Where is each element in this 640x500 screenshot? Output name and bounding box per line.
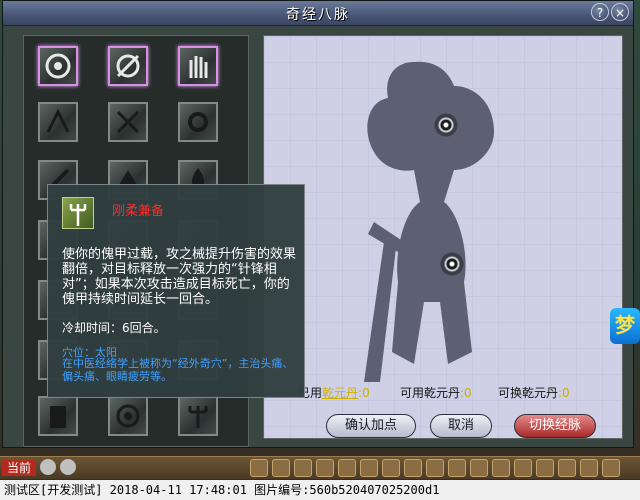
gear-icon [188, 112, 208, 132]
skill-node-2-1[interactable] [38, 102, 78, 142]
tooltip-cooldown: 冷却时间：6回合。 [62, 321, 166, 335]
skill-node-7-3[interactable] [178, 396, 218, 436]
swirl-icon [116, 404, 140, 428]
toolbar-slot[interactable] [316, 459, 334, 477]
stats-used: 已用乾元丹:0 [298, 384, 370, 401]
toolbar-slot[interactable] [382, 459, 400, 477]
window-titlebar[interactable]: 奇经八脉 ? × [3, 1, 633, 26]
exchangeable-value: :0 [558, 386, 570, 400]
exchangeable-label: 可换乾元丹 [498, 386, 559, 400]
character-silhouette [364, 61, 494, 382]
stats-available: 可用乾元丹:0 [400, 384, 472, 401]
toolbar-slot[interactable] [294, 459, 312, 477]
acupoint-head[interactable] [434, 113, 458, 137]
available-label: 可用乾元丹 [400, 386, 461, 400]
skill-node-1-1[interactable] [38, 46, 78, 86]
emoji-icon[interactable] [60, 459, 76, 475]
skill-node-7-2[interactable] [108, 396, 148, 436]
current-channel-button[interactable]: 当前 [2, 460, 36, 476]
skill-node-2-2[interactable] [108, 102, 148, 142]
screenshot-caption: 测试区[开发测试] 2018-04-11 17:48:01 图片编号:560b5… [0, 480, 640, 500]
toolbar-slot[interactable] [250, 459, 268, 477]
toolbar-slot[interactable] [602, 459, 620, 477]
tooltip-skill-icon [62, 197, 94, 229]
toolbar-slot[interactable] [580, 459, 598, 477]
target-rune-icon [116, 54, 140, 78]
trident-icon [69, 204, 87, 226]
toolbar-slot[interactable] [514, 459, 532, 477]
tooltip-description: 使你的傀甲过载，攻之械提升伤害的效果翻倍，对目标释放一次强力的“针锋相对”；如果… [62, 247, 297, 307]
tooltip-acupoint-description: 在中医经络学上被称为“经外奇穴”，主治头痛、偏头痛、眼睛疲劳等。 [62, 357, 294, 383]
acupoint-chest[interactable] [440, 252, 464, 276]
toolbar-slot[interactable] [536, 459, 554, 477]
eye-rune-icon [45, 53, 71, 79]
mic-icon[interactable] [40, 459, 56, 475]
dream-icon[interactable]: 梦 [610, 308, 640, 344]
toolbar-slot[interactable] [360, 459, 378, 477]
used-link[interactable]: 乾元丹 [322, 386, 358, 400]
used-value: :0 [358, 386, 370, 400]
skill-node-1-3[interactable] [178, 46, 218, 86]
skill-tooltip: 刚柔兼备 使你的傀甲过载，攻之械提升伤害的效果翻倍，对目标释放一次强力的“针锋相… [47, 184, 305, 398]
trident-icon [188, 406, 208, 428]
crossed-swords-icon [116, 110, 140, 134]
tower-icon [50, 406, 66, 428]
toolbar-slot[interactable] [338, 459, 356, 477]
skill-node-1-2[interactable] [108, 46, 148, 86]
window-title: 奇经八脉 [286, 7, 350, 23]
toolbar-slot[interactable] [404, 459, 422, 477]
claw-icon [46, 108, 70, 133]
toolbar-slot[interactable] [448, 459, 466, 477]
close-button[interactable]: × [611, 3, 629, 21]
skill-node-2-3[interactable] [178, 102, 218, 142]
toolbar-slot[interactable] [426, 459, 444, 477]
tooltip-skill-name: 刚柔兼备 [112, 204, 165, 219]
toolbar-slot[interactable] [470, 459, 488, 477]
available-value: :0 [460, 386, 472, 400]
stats-exchangeable: 可换乾元丹:0 [498, 384, 570, 401]
switch-meridian-button[interactable]: 切换经脉 [514, 414, 596, 438]
cancel-button[interactable]: 取消 [430, 414, 492, 438]
toolbar-slot[interactable] [492, 459, 510, 477]
skill-node-7-1[interactable] [38, 396, 78, 436]
toolbar-slot[interactable] [558, 459, 576, 477]
help-button[interactable]: ? [591, 3, 609, 21]
confirm-button[interactable]: 确认加点 [326, 414, 416, 438]
palm-icon [189, 56, 208, 78]
toolbar-slot[interactable] [272, 459, 290, 477]
